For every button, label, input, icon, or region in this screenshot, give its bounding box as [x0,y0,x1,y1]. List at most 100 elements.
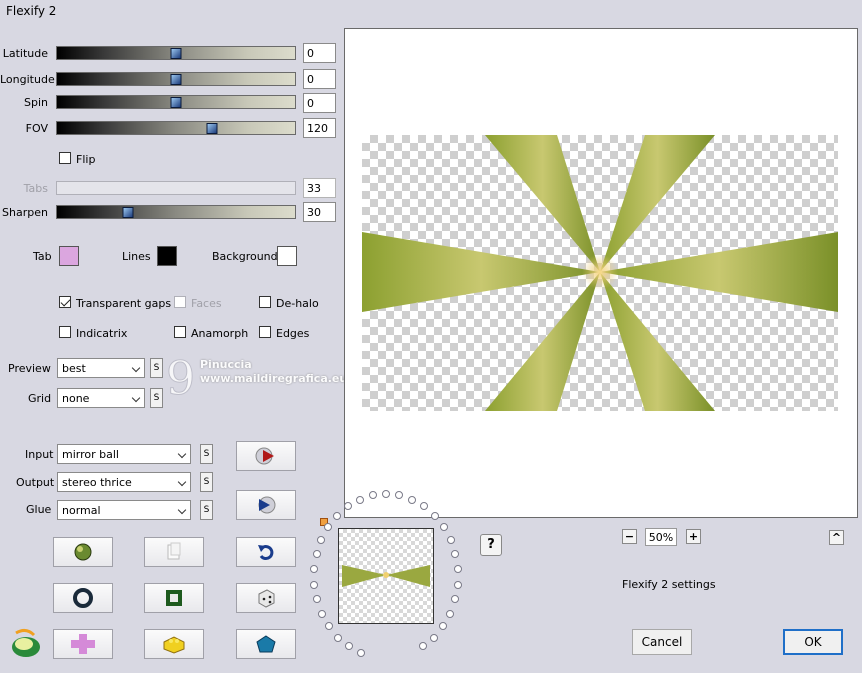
ring-icon [73,588,93,608]
ring-dot[interactable] [382,490,390,498]
app-logo [8,625,44,664]
ring-dot[interactable] [310,565,319,574]
preview-select[interactable]: best [57,358,145,378]
glue-s-button[interactable]: S [200,500,213,520]
latitude-label: Latitude [2,47,48,60]
grid-label: Grid [28,392,52,405]
tab-color-swatch[interactable] [59,246,79,266]
grid-select-value: none [62,392,90,405]
ring-dot[interactable] [451,550,460,559]
cross-button[interactable] [53,629,113,659]
tab-color-label: Tab [33,250,52,263]
input-s-button[interactable]: S [200,444,213,464]
ring-dot[interactable] [317,536,326,545]
longitude-thumb[interactable] [170,74,182,85]
ring-dot[interactable] [450,595,459,604]
copy-button[interactable] [144,537,204,567]
help-button[interactable]: ? [480,534,502,556]
lines-color-swatch[interactable] [157,246,177,266]
watermark-name: Pinuccia [200,358,252,371]
transparent-gaps-label: Transparent gaps [76,297,172,310]
cross-grid-icon [71,634,95,654]
preview-canvas[interactable] [344,28,858,518]
frame-button[interactable] [144,583,204,613]
block-button[interactable] [144,629,204,659]
transparent-gaps-checkbox[interactable] [59,296,71,308]
latitude-thumb[interactable] [170,48,182,59]
cancel-button[interactable]: Cancel [632,629,692,655]
ring-dot[interactable] [334,633,343,642]
spin-thumb[interactable] [170,97,182,108]
ring-dot[interactable] [453,580,462,589]
tabs-slider[interactable] [56,181,296,195]
dehalo-checkbox[interactable] [259,296,271,308]
flip-checkbox[interactable] [59,152,71,164]
svg-text:9: 9 [166,352,195,405]
ring-dot[interactable] [429,633,438,642]
latitude-slider[interactable] [56,46,296,60]
longitude-slider[interactable] [56,72,296,86]
edges-checkbox[interactable] [259,326,271,338]
output-s-button[interactable]: S [200,472,213,492]
ring-dot[interactable] [318,609,327,618]
tabs-value[interactable]: 33 [303,178,336,198]
spin-slider[interactable] [56,95,296,109]
ring-dot[interactable] [325,622,334,631]
dice-button[interactable] [236,583,296,613]
fov-slider[interactable] [56,121,296,135]
window-title: Flexify 2 [6,4,57,18]
sharpen-slider[interactable] [56,205,296,219]
ring-dot[interactable] [312,550,321,559]
output-select[interactable]: stereo thrice [57,472,191,492]
ok-button[interactable]: OK [783,629,843,655]
indicatrix-checkbox[interactable] [59,326,71,338]
anamorph-checkbox[interactable] [174,326,186,338]
sharpen-value[interactable]: 30 [303,202,336,222]
ring-dot[interactable] [324,523,333,531]
faces-checkbox[interactable] [174,296,186,308]
glue-select[interactable]: normal [57,500,191,520]
input-label: Input [25,448,54,461]
zoom-value[interactable]: 50% [645,528,677,546]
ring-dot[interactable] [445,609,454,618]
ring-dot[interactable] [355,495,364,504]
watermark-url: www.maildiregrafica.eu [200,372,348,385]
fov-thumb[interactable] [206,123,218,134]
ring-dot[interactable] [418,642,427,651]
fov-value[interactable]: 120 [303,118,336,138]
undo-button[interactable] [236,537,296,567]
ring-dot[interactable] [439,523,448,531]
background-color-swatch[interactable] [277,246,297,266]
ring-dot[interactable] [310,580,319,589]
ring-dot[interactable] [313,595,321,604]
flip-label: Flip [76,153,96,166]
sharpen-thumb[interactable] [122,207,134,218]
zoom-out-button[interactable]: − [622,529,637,544]
spin-value[interactable]: 0 [303,93,336,113]
chevron-down-icon [177,505,187,515]
glue-label: Glue [26,503,52,516]
ring-dot[interactable] [357,649,366,658]
input-select[interactable]: mirror ball [57,444,191,464]
ring-dot[interactable] [333,511,342,520]
indicatrix-label: Indicatrix [76,327,128,340]
longitude-value[interactable]: 0 [303,69,336,89]
zoom-in-button[interactable]: + [686,529,701,544]
ring-dot[interactable] [430,511,439,520]
chevron-down-icon [131,363,141,373]
play-back-button[interactable] [236,490,296,520]
play-forward-button[interactable] [236,441,296,471]
pentagon-button[interactable] [236,629,296,659]
ring-dot[interactable] [345,642,354,651]
ring-dot[interactable] [408,495,417,504]
collapse-button[interactable]: ^ [829,530,844,545]
ring-button[interactable] [53,583,113,613]
randomize-button[interactable] [53,537,113,567]
mini-preview[interactable] [338,528,434,624]
status-text: Flexify 2 settings [622,578,716,591]
ring-dot[interactable] [438,622,447,631]
latitude-value[interactable]: 0 [303,43,336,63]
ring-dot[interactable] [446,536,455,545]
grid-select[interactable]: none [57,388,145,408]
ring-dot[interactable] [453,565,462,574]
